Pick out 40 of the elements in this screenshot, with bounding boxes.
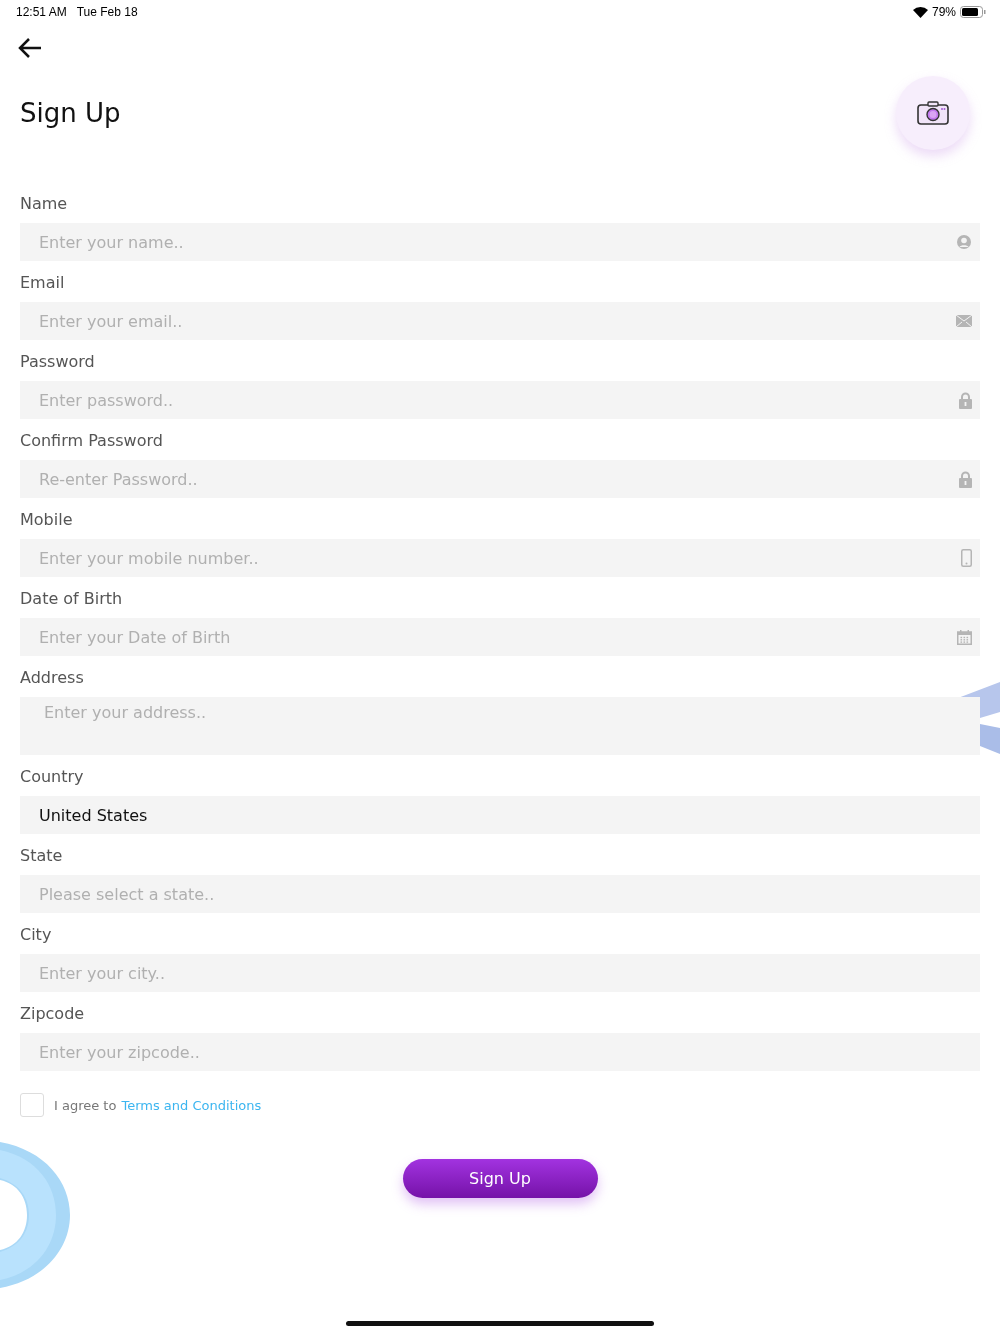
input-field[interactable]: Enter your city.. xyxy=(20,954,980,992)
field-label: Name xyxy=(20,194,69,214)
field-label: Date of Birth xyxy=(20,589,124,609)
sign-up-button[interactable]: Sign Up xyxy=(402,1159,598,1198)
input-field[interactable]: Enter your name.. xyxy=(20,223,980,261)
wifi-icon xyxy=(912,6,928,18)
battery-icon xyxy=(960,6,986,18)
field-label: Email xyxy=(20,273,66,293)
input-field[interactable]: Enter your zipcode.. xyxy=(20,1033,980,1071)
status-date: Tue Feb 18 xyxy=(76,5,138,19)
field-label: Mobile xyxy=(20,510,74,530)
input-field[interactable]: Re-enter Password.. xyxy=(20,460,980,498)
agree-checkbox[interactable] xyxy=(20,1093,44,1117)
camera-icon xyxy=(917,101,949,125)
calendar-icon xyxy=(957,629,972,645)
field-label: City xyxy=(20,925,53,945)
lock-icon xyxy=(959,391,972,409)
field-label: Country xyxy=(20,767,85,787)
page-title: Sign Up xyxy=(20,98,121,128)
person-icon xyxy=(956,234,972,250)
address-field[interactable]: Enter your address.. xyxy=(20,697,980,755)
input-field[interactable]: Enter your Date of Birth xyxy=(20,618,980,656)
status-time: 12:51 AM xyxy=(16,5,67,19)
photo-button[interactable] xyxy=(896,76,970,150)
field-label: Address xyxy=(20,668,85,688)
field-label: State xyxy=(20,846,64,866)
lock-icon xyxy=(959,470,972,488)
agree-text: I agree to xyxy=(54,1097,117,1113)
input-field[interactable]: Please select a state.. xyxy=(20,875,980,913)
back-arrow-icon[interactable] xyxy=(18,37,42,59)
input-field[interactable]: United States xyxy=(20,796,980,834)
battery-percent: 79% xyxy=(931,5,956,19)
phone-icon xyxy=(961,549,972,567)
input-field[interactable]: Enter your email.. xyxy=(20,302,980,340)
envelope-icon xyxy=(956,315,972,327)
field-label: Password xyxy=(20,352,96,372)
input-field[interactable]: Enter your mobile number.. xyxy=(20,539,980,577)
field-label: Confirm Password xyxy=(20,431,164,451)
field-label: Zipcode xyxy=(20,1004,86,1024)
input-field[interactable]: Enter password.. xyxy=(20,381,980,419)
